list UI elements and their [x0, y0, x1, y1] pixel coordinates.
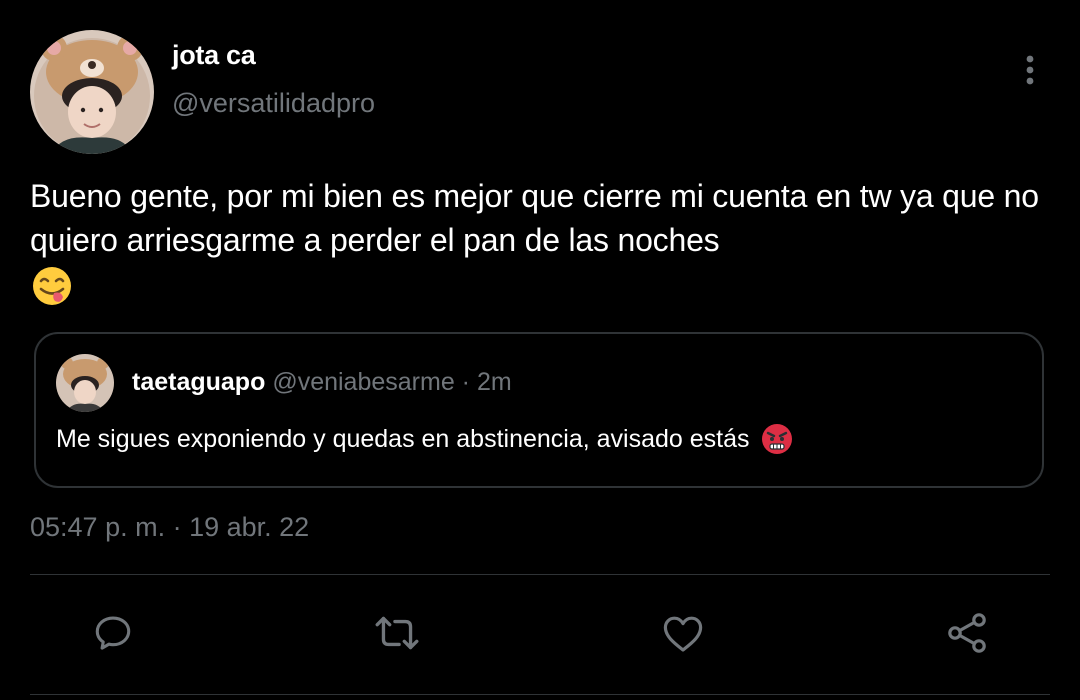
quoted-tweet-text: Me sigues exponiendo y quedas en abstine… — [56, 424, 750, 453]
quoted-separator: · — [454, 368, 477, 396]
tweet-text: Bueno gente, por mi bien es mejor que ci… — [30, 178, 1039, 258]
tweet-body: Bueno gente, por mi bien es mejor que ci… — [30, 174, 1050, 308]
author-display-name[interactable]: jota ca — [172, 40, 256, 71]
share-button[interactable] — [942, 608, 992, 658]
divider — [30, 694, 1050, 695]
quoted-handle-text: @veniabesarme — [272, 368, 455, 396]
reply-button[interactable] — [88, 608, 138, 658]
more-vertical-icon — [1026, 55, 1034, 85]
like-icon — [663, 616, 703, 652]
quoted-tweet-body: Me sigues exponiendo y quedas en abstine… — [56, 422, 794, 456]
quoted-time-ago: 2m — [476, 368, 512, 396]
share-icon — [948, 613, 986, 653]
more-options-button[interactable] — [1014, 52, 1046, 88]
divider — [30, 574, 1050, 575]
like-button[interactable] — [658, 608, 708, 658]
author-avatar[interactable] — [30, 30, 154, 154]
angry-face-emoji — [761, 424, 792, 454]
quoted-handle: @veniabesarme · 2m — [272, 368, 511, 396]
reply-icon — [95, 616, 131, 650]
quoted-author-avatar[interactable] — [56, 354, 114, 412]
yum-face-emoji — [33, 267, 71, 305]
quoted-tweet-header: taetaguapo @veniabesarme · 2m — [132, 368, 512, 397]
retweet-icon — [375, 616, 419, 650]
author-handle[interactable]: @versatilidadpro — [172, 88, 375, 119]
retweet-button[interactable] — [372, 608, 422, 658]
tweet-timestamp[interactable]: 05:47 p. m. · 19 abr. 22 — [30, 512, 309, 543]
quoted-tweet-card[interactable]: taetaguapo @veniabesarme · 2m Me sigues … — [34, 332, 1044, 488]
quoted-display-name[interactable]: taetaguapo — [132, 368, 265, 396]
